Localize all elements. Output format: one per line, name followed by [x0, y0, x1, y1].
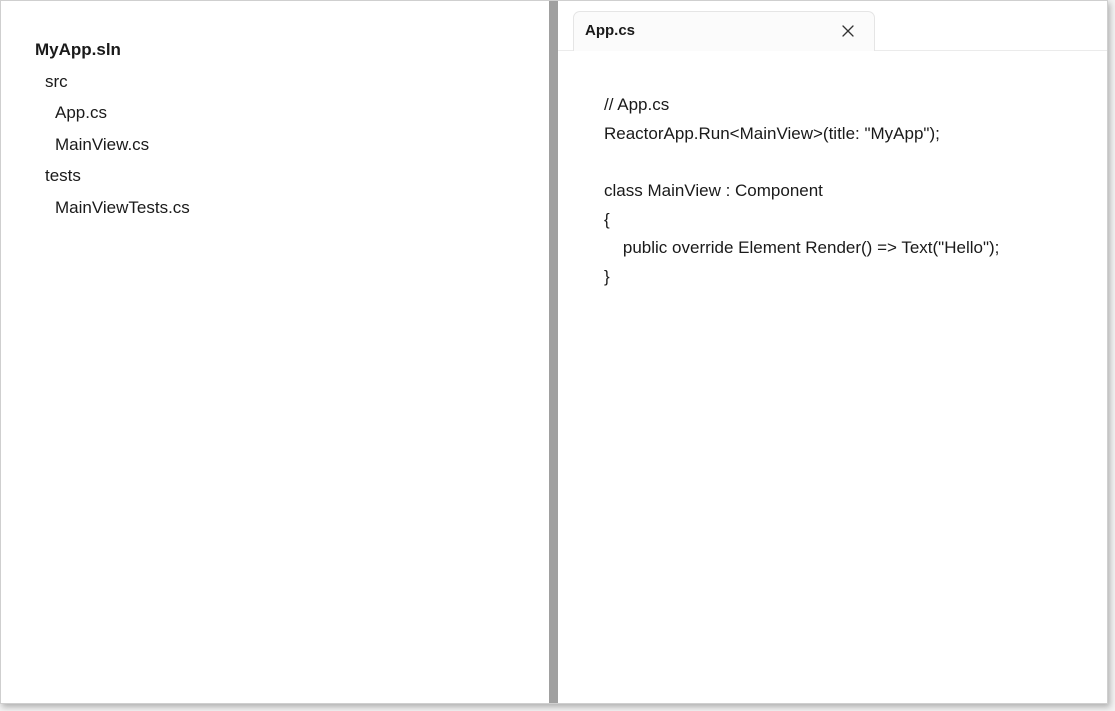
code-text-area[interactable]: // App.cs ReactorApp.Run<MainView>(title… [604, 91, 999, 292]
tab-label: App.cs [585, 22, 636, 39]
tree-item-folder-src[interactable]: src [35, 69, 190, 101]
code-line: // App.cs [604, 95, 670, 114]
code-line: ReactorApp.Run<MainView>(title: "MyApp")… [604, 123, 940, 143]
code-line: public override Element Render() => Text… [604, 238, 1000, 258]
pane-splitter[interactable] [549, 1, 558, 703]
code-line: { [604, 209, 610, 229]
app-window: MyApp.sln src App.cs MainView.cs tests M… [0, 0, 1108, 704]
close-icon[interactable] [840, 23, 856, 39]
code-line: class MainView : Component [604, 181, 823, 201]
file-tree: MyApp.sln src App.cs MainView.cs tests M… [35, 37, 190, 226]
tab-app-cs[interactable]: App.cs [573, 11, 875, 51]
solution-explorer: MyApp.sln src App.cs MainView.cs tests M… [1, 1, 549, 703]
tree-item-file-mainview-cs[interactable]: MainView.cs [35, 132, 190, 164]
tree-item-solution[interactable]: MyApp.sln [35, 37, 190, 69]
code-editor: App.cs // App.cs ReactorApp.Run<MainView… [558, 1, 1107, 703]
tree-item-folder-tests[interactable]: tests [35, 163, 190, 195]
code-line: } [604, 267, 610, 287]
tree-item-file-mainviewtests-cs[interactable]: MainViewTests.cs [35, 195, 190, 227]
editor-tabstrip: App.cs [558, 1, 1107, 51]
tree-item-file-app-cs[interactable]: App.cs [35, 100, 190, 132]
